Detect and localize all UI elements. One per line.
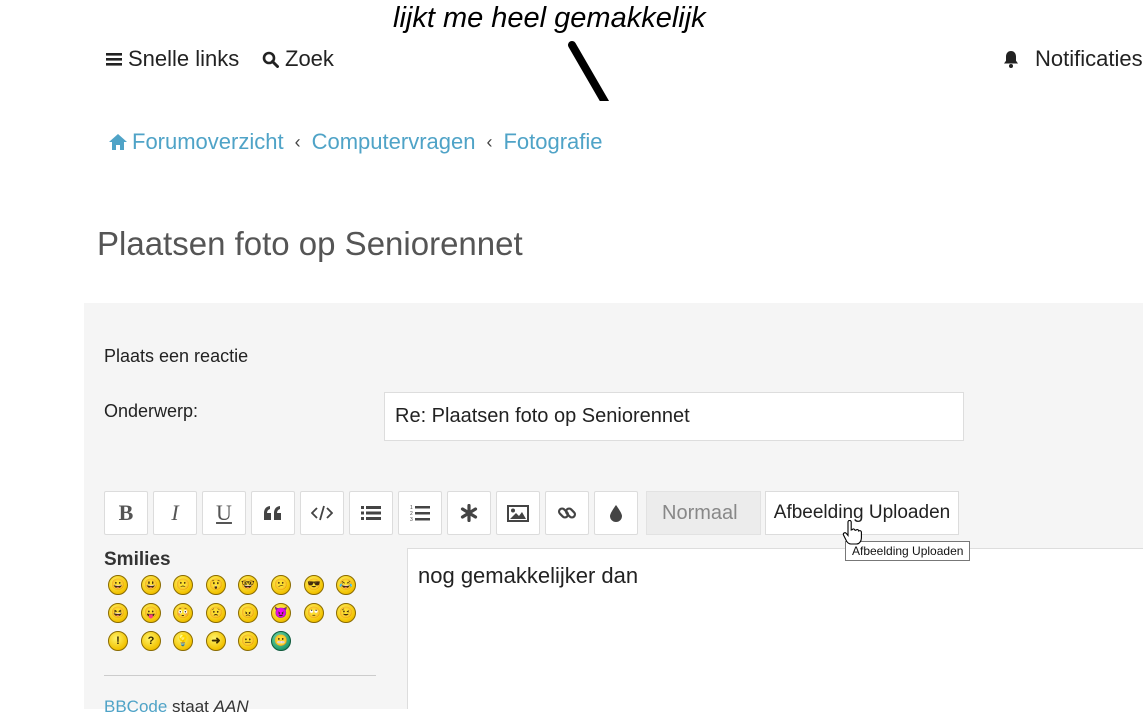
smiley-smile[interactable]: 😃	[141, 575, 161, 595]
topic-header: Forumoverzicht ‹ Computervragen ‹ Fotogr…	[84, 101, 1143, 303]
smiley-exclaim[interactable]: !	[108, 631, 128, 651]
smiley-mad[interactable]: 😆	[108, 603, 128, 623]
upload-tooltip: Afbeelding Uploaden	[845, 541, 971, 561]
breadcrumb-separator: ‹	[294, 131, 301, 152]
quicklinks-menu[interactable]: Snelle links	[106, 46, 239, 72]
smiley-redface[interactable]: 😳	[173, 603, 193, 623]
list-button[interactable]	[349, 491, 393, 535]
smiley-question[interactable]: ?	[141, 631, 161, 651]
breadcrumb-fotografie[interactable]: Fotografie	[503, 129, 602, 155]
italic-button[interactable]: I	[153, 491, 197, 535]
breadcrumb: Forumoverzicht ‹ Computervragen ‹ Fotogr…	[108, 129, 603, 155]
bbcode-status: BBCode staat AAN	[104, 697, 249, 717]
bbcode-text: staat	[167, 697, 214, 716]
reply-heading: Plaats een reactie	[104, 346, 249, 366]
smiley-laughing[interactable]: 😂	[336, 575, 356, 595]
code-icon	[311, 505, 333, 521]
annotation-text: lijkt me heel gemakkelijk	[393, 2, 706, 34]
bell-icon	[1004, 51, 1018, 68]
smiley-eek[interactable]: 🤓	[238, 575, 258, 595]
ordered-list-button[interactable]: 123	[398, 491, 442, 535]
search-icon	[262, 51, 279, 68]
italic-icon: I	[171, 500, 179, 525]
image-icon	[507, 504, 529, 522]
smiley-idea[interactable]: 💡	[173, 631, 193, 651]
breadcrumb-separator: ‹	[486, 131, 493, 152]
breadcrumb-computervragen[interactable]: Computervragen	[312, 129, 476, 155]
smiley-surprised[interactable]: 😲	[206, 575, 226, 595]
font-size-select[interactable]: Normaal	[646, 491, 761, 535]
search-label: Zoek	[285, 46, 334, 71]
smiley-grin[interactable]: 😀	[108, 575, 128, 595]
hamburger-icon	[106, 53, 122, 66]
quote-icon	[264, 506, 281, 520]
list-icon	[361, 506, 381, 520]
notifications-label: Notificaties	[1035, 46, 1143, 71]
image-button[interactable]	[496, 491, 540, 535]
smiley-cry[interactable]: 😟	[206, 603, 226, 623]
link-icon	[557, 507, 577, 519]
code-button[interactable]	[300, 491, 344, 535]
smiley-evil[interactable]: 😠	[238, 603, 258, 623]
breadcrumb-forum-index[interactable]: Forumoverzicht	[108, 129, 284, 155]
smiley-confused[interactable]: 😕	[271, 575, 291, 595]
smilies-divider	[104, 675, 376, 676]
ordered-list-icon: 123	[410, 505, 430, 522]
breadcrumb-label: Forumoverzicht	[132, 129, 284, 154]
page-title: Plaatsen foto op Seniorennet	[97, 225, 523, 262]
smiley-sad[interactable]: 🙁	[173, 575, 193, 595]
asterisk-button[interactable]	[447, 491, 491, 535]
smiley-arrow[interactable]: ➜	[206, 631, 226, 651]
message-editor[interactable]: nog gemakkelijker dan	[407, 548, 1143, 709]
smiley-rolleyes[interactable]: 🙄	[304, 603, 324, 623]
bbcode-link[interactable]: BBCode	[104, 697, 167, 716]
color-button[interactable]	[594, 491, 638, 535]
upload-image-button[interactable]: Afbeelding Uploaden	[765, 491, 959, 535]
notifications-link[interactable]: Notificaties	[1001, 46, 1143, 72]
smiley-neutral[interactable]: 😐	[238, 631, 258, 651]
smiley-twisted[interactable]: 😈	[271, 603, 291, 623]
top-navigation: Snelle links Zoek Notificaties	[0, 40, 1143, 80]
quote-button[interactable]	[251, 491, 295, 535]
link-button[interactable]	[545, 491, 589, 535]
quicklinks-label: Snelle links	[128, 46, 240, 71]
underline-button[interactable]: U	[202, 491, 246, 535]
underline-icon: U	[216, 500, 232, 525]
color-drop-icon	[610, 505, 622, 522]
bold-icon: B	[118, 500, 134, 525]
bbcode-state: AAN	[213, 697, 249, 716]
svg-text:3: 3	[410, 517, 413, 522]
smilies-title: Smilies	[104, 549, 171, 570]
smiley-mrgreen[interactable]: 😬	[271, 631, 291, 651]
asterisk-icon	[460, 504, 478, 522]
hand-cursor-icon	[842, 520, 862, 545]
search-link[interactable]: Zoek	[262, 46, 334, 72]
subject-input[interactable]	[384, 392, 964, 441]
smiley-cool[interactable]: 😎	[304, 575, 324, 595]
smiley-wink[interactable]: 😉	[336, 603, 356, 623]
bold-button[interactable]: B	[104, 491, 148, 535]
subject-label: Onderwerp:	[104, 401, 199, 421]
smiley-razz[interactable]: 😛	[141, 603, 161, 623]
home-icon	[109, 134, 127, 150]
